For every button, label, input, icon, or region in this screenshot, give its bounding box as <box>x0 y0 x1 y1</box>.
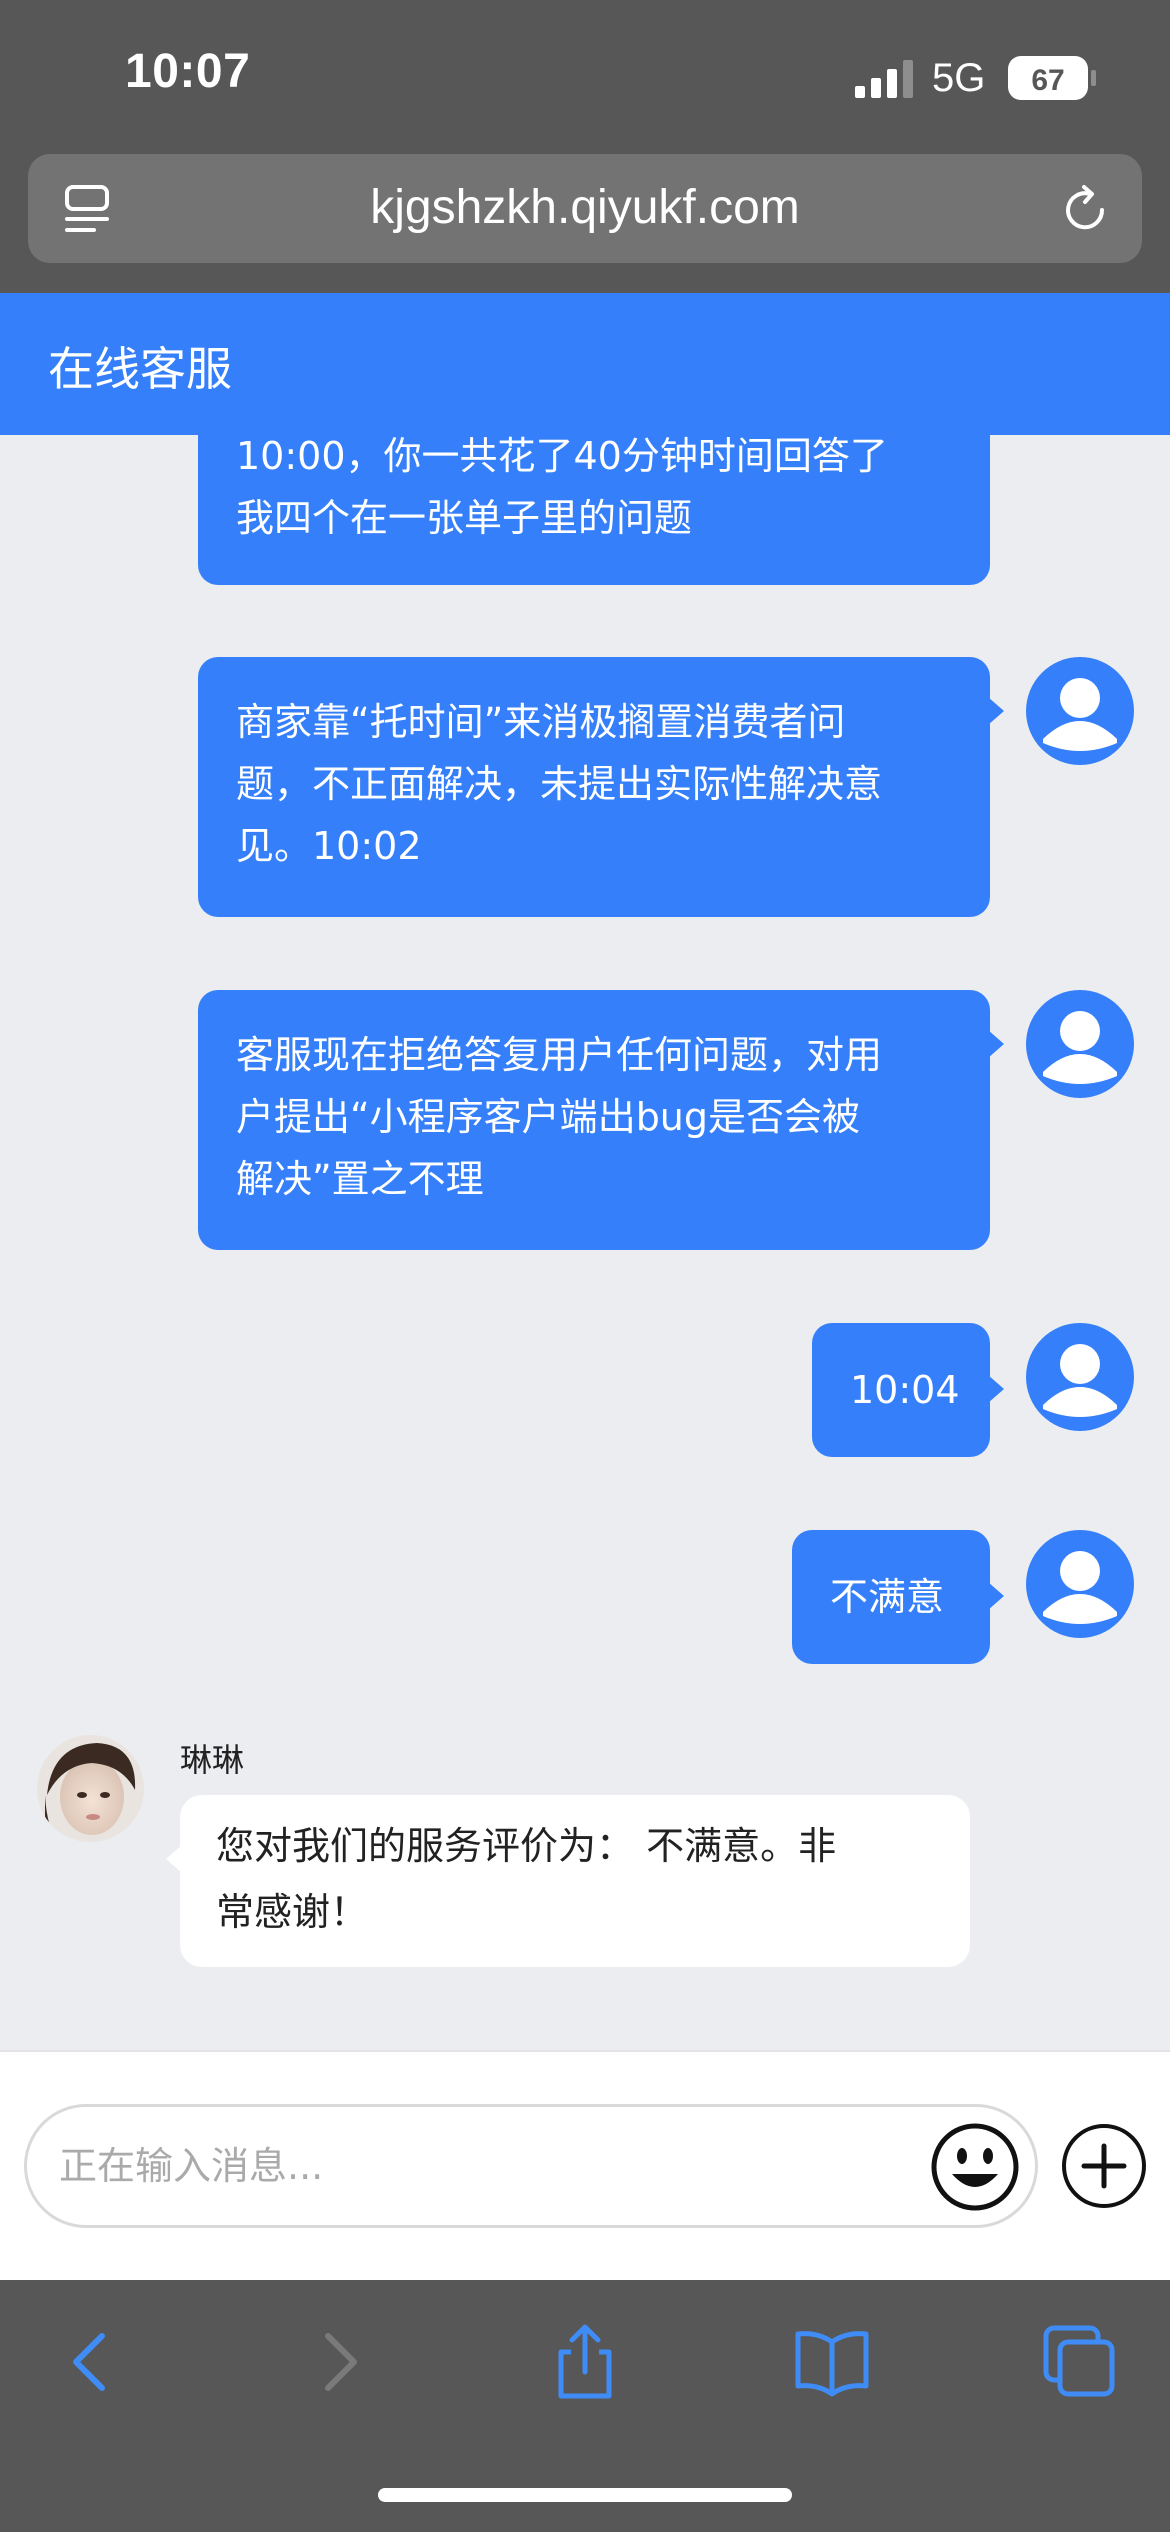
message-line: 商家靠“托时间”来消极搁置消费者问 <box>236 700 846 744</box>
message-input[interactable]: 正在输入消息... <box>24 2104 1038 2228</box>
app-header: 在线客服 <box>0 293 1170 435</box>
bubble-tail <box>166 1845 182 1873</box>
bubble-tail <box>988 1030 1004 1058</box>
message-bubble: 商家靠“托时间”来消极搁置消费者问 题，不正面解决，未提出实际性解决意 见。10… <box>198 657 1004 917</box>
emoji-icon[interactable] <box>930 2122 1020 2212</box>
page-title: 在线客服 <box>48 342 232 396</box>
signal-icon <box>855 60 913 98</box>
user-avatar-icon <box>1026 657 1134 765</box>
bubble-tail <box>988 1375 1004 1403</box>
url-bar[interactable]: kjgshzkh.qiyukf.com <box>28 154 1142 263</box>
message-bubble: 10:00，你一共花了40分钟时间回答了 我四个在一张单子里的问题 <box>198 435 990 585</box>
chat-area[interactable]: 10:00，你一共花了40分钟时间回答了 我四个在一张单子里的问题 商家靠“托时… <box>0 435 1170 2050</box>
message-line: 户提出“小程序客户端出bug是否会被 <box>236 1095 861 1139</box>
browser-toolbar: kjgshzkh.qiyukf.com <box>0 148 1170 293</box>
message-line: 解决”置之不理 <box>236 1157 484 1201</box>
home-indicator <box>378 2488 792 2502</box>
network-label: 5G <box>932 56 986 100</box>
message-composer: 正在输入消息... <box>0 2050 1170 2280</box>
url-text[interactable]: kjgshzkh.qiyukf.com <box>28 180 1142 235</box>
reload-icon[interactable] <box>1060 184 1112 236</box>
message-bubble: 客服现在拒绝答复用户任何问题，对用 户提出“小程序客户端出bug是否会被 解决”… <box>198 990 1004 1250</box>
agent-name: 琳琳 <box>180 1741 245 1779</box>
user-avatar-icon <box>1026 1323 1134 1431</box>
message-text: 不满意 <box>830 1575 945 1619</box>
bubble-tail <box>988 1582 1004 1610</box>
forward-icon <box>325 2333 357 2391</box>
status-bar: 10:07 5G 67 <box>0 0 1170 148</box>
message-line: 我四个在一张单子里的问题 <box>236 496 693 540</box>
tabs-icon[interactable] <box>1040 2322 1120 2402</box>
bubble-tail <box>988 697 1004 725</box>
share-icon[interactable] <box>545 2322 625 2402</box>
battery-icon: 67 <box>1008 56 1096 100</box>
message-line: 题，不正面解决，未提出实际性解决意 <box>236 762 883 806</box>
agent-message-bubble: 您对我们的服务评价为： 不满意。非 常感谢！ <box>166 1795 970 1967</box>
message-line: 您对我们的服务评价为： 不满意。非 <box>216 1824 837 1868</box>
user-avatar-icon <box>1026 990 1134 1098</box>
user-avatar-icon <box>1026 1530 1134 1638</box>
message-line: 客服现在拒绝答复用户任何问题，对用 <box>236 1033 883 1077</box>
agent-avatar <box>37 1735 144 1842</box>
message-text: 10:04 <box>850 1368 960 1412</box>
message-bubble: 10:04 <box>812 1323 1004 1457</box>
message-line: 常感谢！ <box>216 1890 369 1934</box>
bookmarks-icon[interactable] <box>792 2322 872 2402</box>
message-bubble: 不满意 <box>792 1530 1004 1664</box>
message-line: 见。10:02 <box>236 824 422 868</box>
status-time: 10:07 <box>125 45 251 98</box>
battery-level: 67 <box>1031 64 1064 97</box>
back-icon[interactable] <box>50 2322 130 2402</box>
message-line: 10:00，你一共花了40分钟时间回答了 <box>236 435 888 478</box>
plus-icon[interactable] <box>1060 2122 1148 2210</box>
